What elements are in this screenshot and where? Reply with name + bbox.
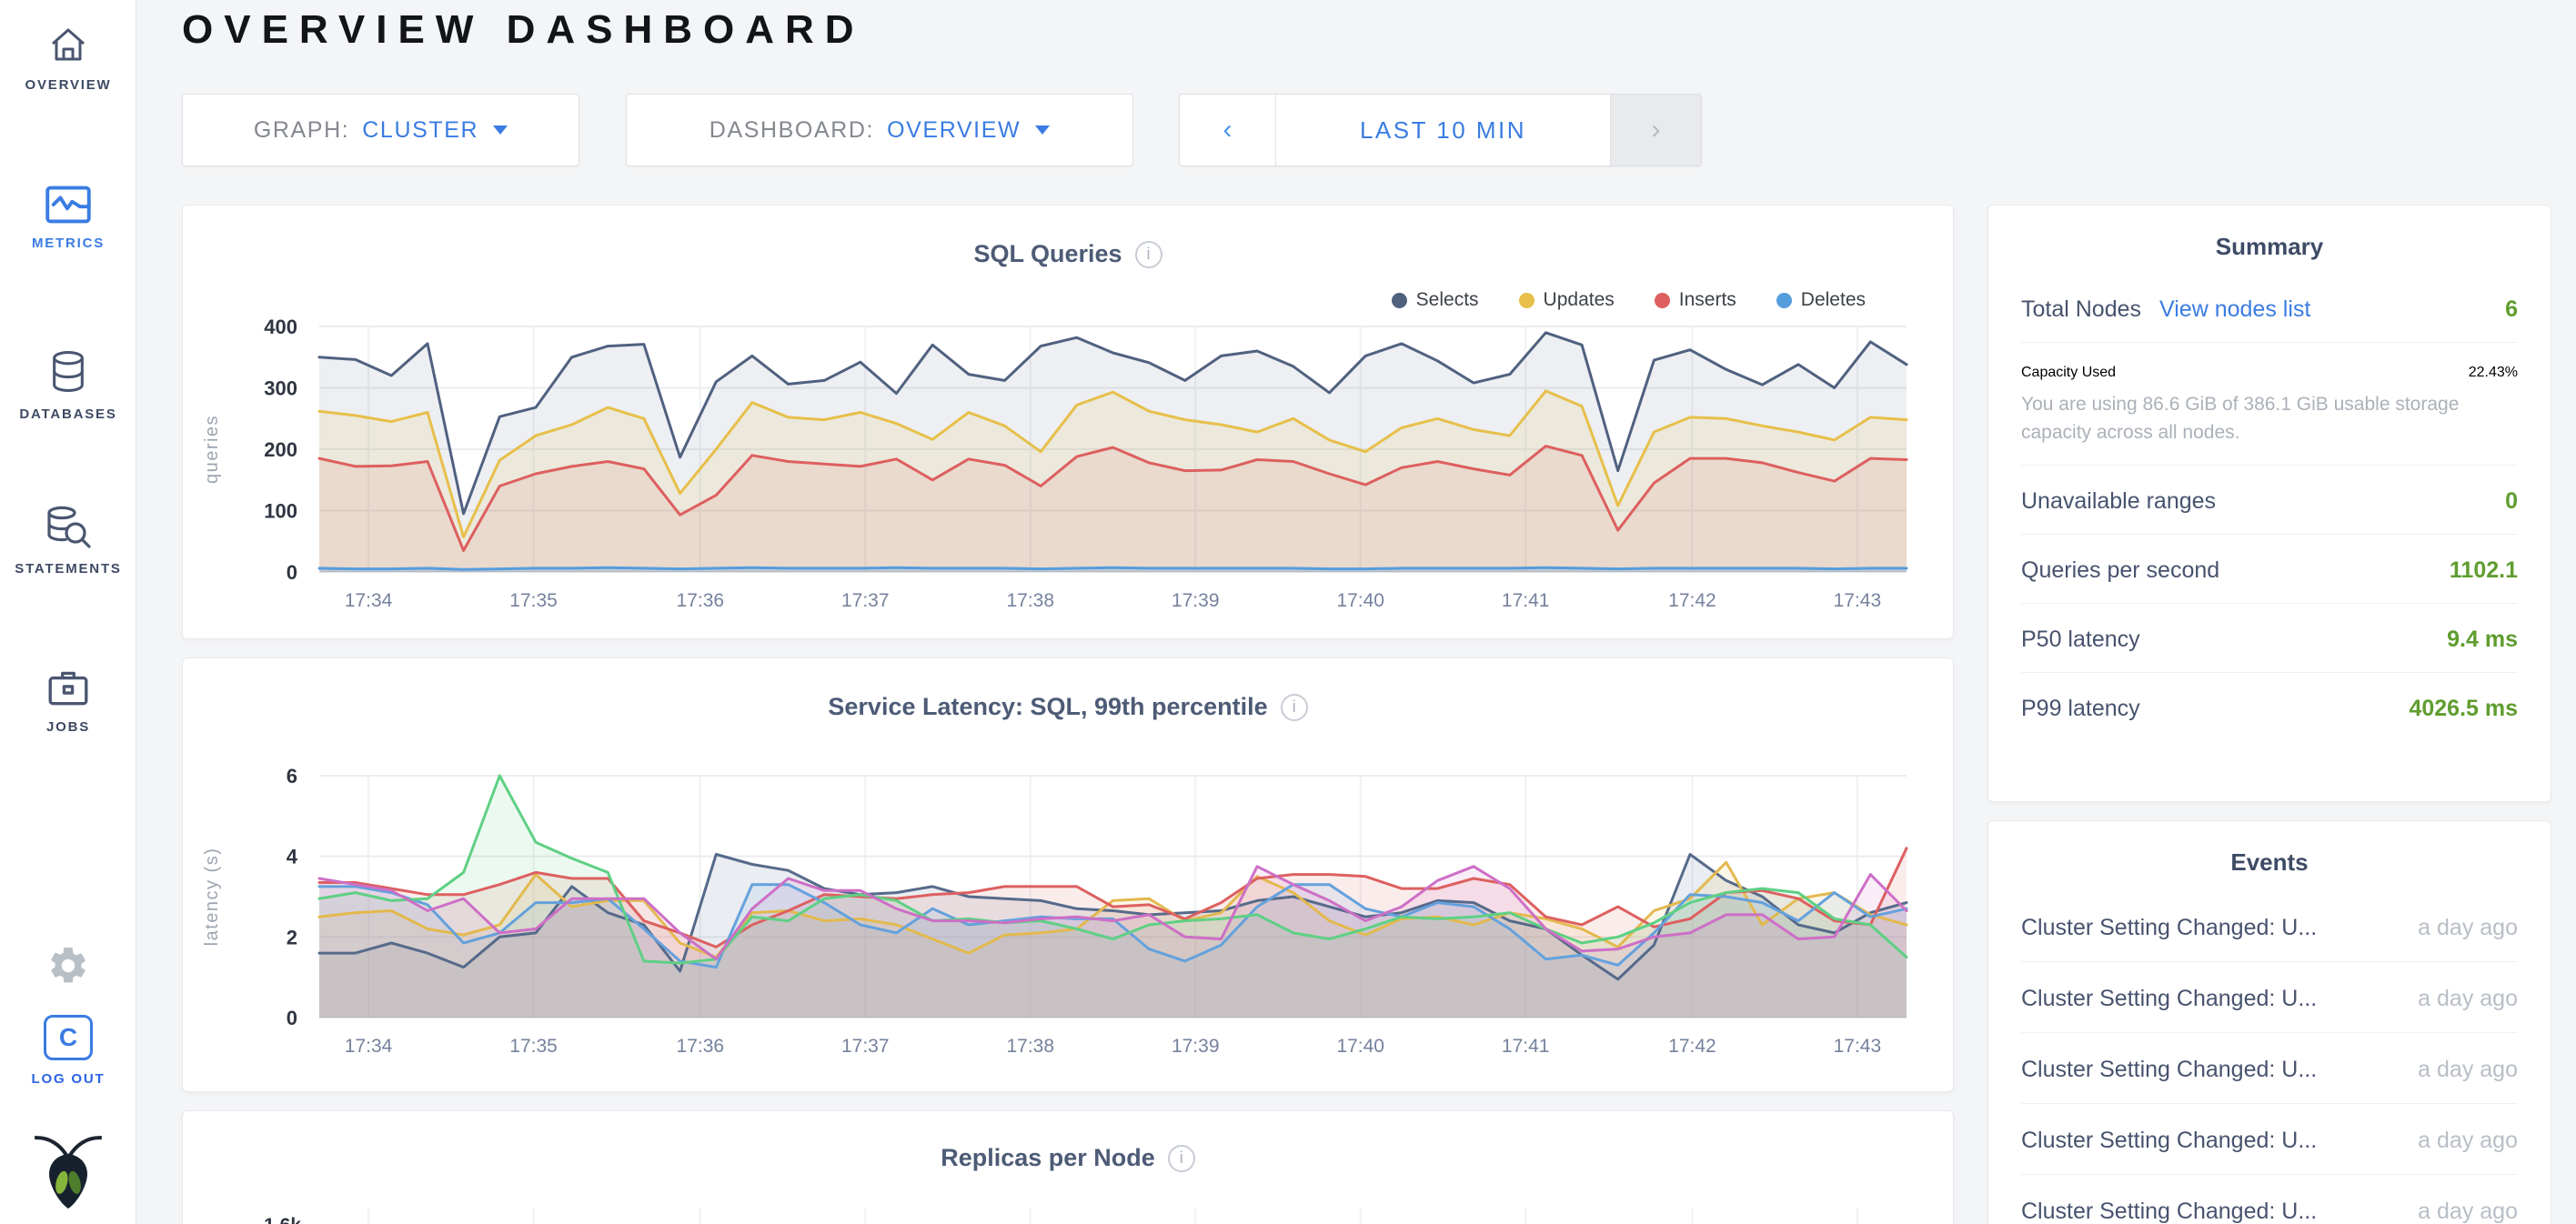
time-next-button[interactable]: › [1610, 95, 1701, 166]
summary-row-qps: Queries per second 1102.1 [2021, 535, 2518, 604]
dashboard-dropdown-label: DASHBOARD: [709, 117, 874, 144]
svg-text:queries: queries [202, 415, 222, 484]
total-nodes-value: 6 [2505, 296, 2518, 323]
event-row: Cluster Setting Changed: U... a day ago [2021, 962, 2518, 1033]
svg-text:17:43: 17:43 [1834, 1036, 1882, 1057]
chevron-down-icon [493, 125, 508, 135]
svg-text:17:36: 17:36 [677, 590, 725, 611]
briefcase-icon [45, 667, 91, 708]
sidebar-item-jobs[interactable]: JOBS [0, 667, 136, 735]
metrics-chart-icon [45, 185, 92, 225]
svg-text:0: 0 [287, 1007, 297, 1029]
sidebar: OVERVIEW METRICS DATABASES STATEMENTS JO… [0, 0, 136, 1224]
svg-text:100: 100 [264, 500, 297, 523]
svg-text:17:39: 17:39 [1172, 1036, 1220, 1057]
dashboard-dropdown[interactable]: DASHBOARD: OVERVIEW [626, 94, 1133, 166]
home-icon [45, 23, 92, 66]
sidebar-item-statements[interactable]: STATEMENTS [0, 505, 136, 577]
page-title: OVERVIEW DASHBOARD [182, 7, 865, 53]
svg-text:17:42: 17:42 [1668, 590, 1716, 611]
summary-row-p99: P99 latency 4026.5 ms [2021, 673, 2518, 741]
qps-value: 1102.1 [2450, 557, 2518, 584]
svg-text:latency (s): latency (s) [202, 848, 222, 947]
dashboard-dropdown-value: OVERVIEW [887, 117, 1021, 144]
replicas-per-node-card: Replicas per Node i 1.6k [182, 1110, 1954, 1224]
svg-text:300: 300 [264, 377, 297, 400]
svg-text:1.6k: 1.6k [264, 1215, 301, 1224]
svg-text:17:34: 17:34 [345, 590, 393, 611]
view-nodes-list-link[interactable]: View nodes list [2159, 296, 2310, 323]
event-row: Cluster Setting Changed: U... a day ago [2021, 1175, 2518, 1224]
svg-text:17:39: 17:39 [1172, 590, 1220, 611]
svg-text:2: 2 [287, 926, 297, 948]
sql-queries-chart: 17:34 17:35 17:36 17:37 17:38 17:39 17:40 17:41… [183, 206, 1955, 640]
capacity-description: You are using 86.6 GiB of 386.1 GiB usab… [2021, 390, 2518, 446]
logout-button[interactable]: C LOG OUT [0, 1015, 136, 1087]
svg-text:17:41: 17:41 [1502, 590, 1550, 611]
sidebar-item-label: OVERVIEW [25, 77, 112, 93]
summary-row-capacity: Capacity Used 22.43% You are using 86.6 … [2021, 343, 2518, 466]
summary-panel: Summary Total Nodes View nodes list 6 Ca… [1987, 205, 2551, 802]
logout-label: LOG OUT [32, 1071, 106, 1087]
svg-text:17:36: 17:36 [677, 1036, 725, 1057]
time-prev-button[interactable]: ‹ [1180, 95, 1276, 166]
chevron-right-icon: › [1652, 115, 1661, 145]
svg-text:0: 0 [287, 561, 297, 584]
service-latency-card: Service Latency: SQL, 99th percentile i … [182, 657, 1954, 1092]
time-range-value[interactable]: LAST 10 MIN [1276, 95, 1610, 166]
svg-text:17:35: 17:35 [509, 1036, 558, 1057]
svg-text:17:43: 17:43 [1834, 590, 1882, 611]
sidebar-item-metrics[interactable]: METRICS [0, 185, 136, 251]
svg-text:17:40: 17:40 [1336, 1036, 1384, 1057]
settings-button[interactable] [0, 944, 136, 988]
sidebar-item-label: METRICS [32, 236, 105, 251]
sidebar-item-label: STATEMENTS [15, 561, 121, 577]
cockroachdb-logo [0, 1129, 136, 1209]
gear-icon [46, 944, 90, 988]
event-row: Cluster Setting Changed: U... a day ago [2021, 1104, 2518, 1175]
event-row: Cluster Setting Changed: U... a day ago [2021, 1033, 2518, 1104]
p99-latency-value: 4026.5 ms [2409, 696, 2518, 722]
graph-dropdown[interactable]: GRAPH: CLUSTER [182, 94, 579, 166]
svg-text:17:41: 17:41 [1502, 1036, 1550, 1057]
sidebar-item-overview[interactable]: OVERVIEW [0, 23, 136, 93]
svg-text:400: 400 [264, 316, 297, 338]
svg-text:17:37: 17:37 [841, 1036, 890, 1057]
summary-row-total-nodes: Total Nodes View nodes list 6 [2021, 274, 2518, 343]
chevron-left-icon: ‹ [1223, 115, 1233, 145]
svg-text:17:38: 17:38 [1006, 590, 1054, 611]
unavailable-ranges-value: 0 [2505, 488, 2518, 515]
svg-text:200: 200 [264, 438, 297, 461]
database-icon [47, 348, 89, 396]
sidebar-item-label: JOBS [46, 719, 90, 735]
summary-title: Summary [1988, 206, 2551, 261]
svg-text:17:40: 17:40 [1336, 590, 1384, 611]
statements-search-icon [44, 505, 93, 550]
service-latency-chart: 17:34 17:35 17:36 17:37 17:38 17:39 17:40 17:41… [183, 658, 1955, 1093]
chevron-down-icon [1035, 125, 1050, 135]
events-title: Events [1988, 821, 2551, 877]
summary-row-p50: P50 latency 9.4 ms [2021, 604, 2518, 673]
graph-dropdown-label: GRAPH: [254, 117, 349, 144]
svg-text:17:35: 17:35 [509, 590, 558, 611]
event-row: Cluster Setting Changed: U... a day ago [2021, 891, 2518, 962]
svg-text:4: 4 [287, 846, 298, 868]
sidebar-item-databases[interactable]: DATABASES [0, 348, 136, 422]
replicas-per-node-chart: 1.6k [183, 1111, 1955, 1224]
events-panel: Events Cluster Setting Changed: U... a d… [1987, 820, 2551, 1224]
summary-row-unavailable-ranges: Unavailable ranges 0 [2021, 466, 2518, 535]
svg-text:6: 6 [287, 765, 297, 788]
svg-text:17:42: 17:42 [1668, 1036, 1716, 1057]
svg-text:17:37: 17:37 [841, 590, 890, 611]
time-range-selector: ‹ LAST 10 MIN › [1179, 94, 1702, 166]
graph-dropdown-value: CLUSTER [362, 117, 478, 144]
svg-text:17:34: 17:34 [345, 1036, 393, 1057]
p50-latency-value: 9.4 ms [2447, 627, 2518, 653]
capacity-used-value: 22.43% [2469, 365, 2518, 381]
logout-c-icon: C [44, 1015, 93, 1060]
sql-queries-card: SQL Queries i Selects Updates Inserts De… [182, 205, 1954, 639]
svg-text:17:38: 17:38 [1006, 1036, 1054, 1057]
sidebar-item-label: DATABASES [19, 406, 116, 422]
